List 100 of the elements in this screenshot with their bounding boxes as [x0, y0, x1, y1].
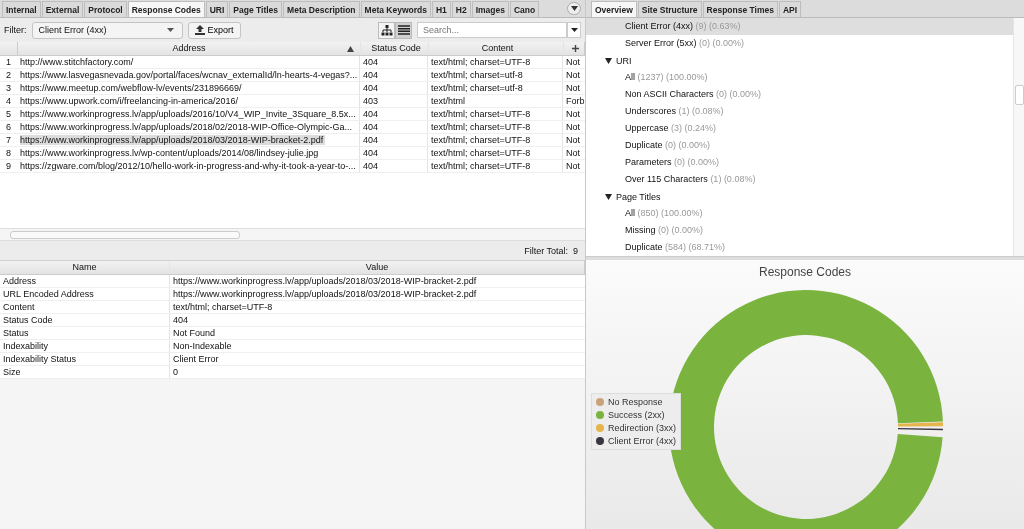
table-cell: 404: [360, 160, 428, 172]
row-number: 8: [5, 147, 12, 159]
tab[interactable]: Meta Description: [283, 1, 360, 17]
table-cell: http://www.stitchfactory.com/: [20, 57, 134, 67]
table-row[interactable]: 9 https://zgware.com/blog/2012/10/hello-work-in-progress-and-why-it-took-a-year-to-... 404 text/html; charset=UTF-8 Not: [0, 160, 585, 173]
column-header[interactable]: Status Code: [361, 42, 429, 55]
legend-label: No Response: [608, 397, 663, 407]
table-cell: Size: [0, 366, 170, 378]
tab[interactable]: Site Structure: [637, 1, 702, 17]
collapse-icon[interactable]: [605, 57, 612, 64]
table-cell-text: 0: [172, 366, 179, 378]
table-row[interactable]: 2 https://www.lasvegasnevada.gov/portal/faces/wcnav_externalId/ln-hearts-4-vegas?... 404 text/html; charset=utf-8 Not: [0, 69, 585, 82]
table-cell: Status Code: [0, 314, 170, 326]
tree-item[interactable]: Parameters (0) (0.00%): [586, 154, 1013, 171]
row-number: 4: [5, 95, 12, 107]
sort-icon: [347, 46, 354, 52]
table-row[interactable]: 5 https://www.workinprogress.lv/app/uploads/2016/10/V4_WIP_Invite_3Square_8.5x... 404 text/html; charset=UTF-8 Not: [0, 108, 585, 121]
table-cell: https://www.workinprogress.lv/wp-content/uploads/2014/08/lindsey-julie.jpg: [20, 148, 319, 158]
search-field[interactable]: Search...: [417, 22, 567, 38]
column-header[interactable]: Content: [429, 42, 564, 55]
tab[interactable]: Cano: [510, 1, 540, 17]
table-row[interactable]: 3 https://www.meetup.com/webflow-lv/events/231896669/ 404 text/html; charset=utf-8 Not: [0, 82, 585, 95]
table-cell-text: Client Error: [172, 353, 220, 365]
row-number: 3: [5, 82, 12, 94]
tab-overflow-button[interactable]: [567, 2, 581, 15]
table-cell: text/html; charset=UTF-8: [428, 108, 563, 120]
row-number: 6: [5, 121, 12, 133]
column-header[interactable]: Address: [18, 42, 361, 55]
table-cell: text/html; charset=UTF-8: [428, 160, 563, 172]
vertical-scrollbar[interactable]: [1013, 18, 1024, 256]
table-row[interactable]: 7 https://www.workinprogress.lv/app/uploads/2018/03/2018-WIP-bracket-2.pdf 404 text/html; charset=UTF-8 Not: [0, 134, 585, 147]
horizontal-scrollbar[interactable]: [0, 228, 585, 241]
table-row[interactable]: 1 http://www.stitchfactory.com/ 404 text/html; charset=UTF-8 Not: [0, 56, 585, 69]
tree-item[interactable]: Uppercase (3) (0.24%): [586, 120, 1013, 137]
table-cell-text: Not: [565, 147, 581, 159]
collapse-icon[interactable]: [605, 193, 612, 200]
tree-group[interactable]: URI: [616, 55, 632, 66]
tab[interactable]: Protocol: [84, 1, 127, 17]
table-cell: Status: [0, 327, 170, 339]
legend-label: Success (2xx): [608, 410, 665, 420]
legend-label: Redirection (3xx): [608, 423, 677, 433]
tree-item[interactable]: Server Error (5xx) (0) (0.00%): [586, 35, 1013, 52]
tab[interactable]: H2: [451, 1, 471, 17]
table-cell: 404: [360, 121, 428, 133]
caret-icon: [570, 6, 578, 11]
legend-label: Client Error (4xx): [608, 436, 676, 446]
table-cell-text: Forb: [565, 95, 585, 107]
tree-item[interactable]: Missing (0) (0.00%): [586, 222, 1013, 239]
tree-item[interactable]: Duplicate (584) (68.71%): [586, 239, 1013, 256]
tab[interactable]: External: [41, 1, 84, 17]
table-cell: Content: [0, 301, 170, 313]
add-column-icon[interactable]: [572, 45, 579, 52]
tab[interactable]: Response Times: [702, 1, 778, 17]
column-header[interactable]: Name: [0, 261, 170, 274]
tab[interactable]: API: [778, 1, 802, 17]
tab[interactable]: URI: [205, 1, 229, 17]
table-cell: text/html; charset=utf-8: [428, 82, 563, 94]
tree-item[interactable]: All (1237) (100.00%): [586, 69, 1013, 86]
tree-view-button[interactable]: [378, 21, 395, 39]
export-button[interactable]: Export: [187, 21, 241, 39]
tab[interactable]: Images: [471, 1, 509, 17]
table-cell-text: Not: [565, 108, 581, 120]
row-number: 1: [5, 56, 12, 68]
table-cell-text: Not: [565, 82, 581, 94]
table-cell: 404: [360, 108, 428, 120]
table-cell-text: text/html; charset=UTF-8: [172, 301, 274, 313]
tree-item[interactable]: Client Error (4xx) (9) (0.63%): [586, 18, 1013, 35]
tab[interactable]: Meta Keywords: [360, 1, 431, 17]
tab[interactable]: Overview: [591, 1, 637, 17]
table-cell-text: Not: [565, 56, 581, 68]
chart-title: Response Codes: [757, 265, 853, 279]
filter-dropdown[interactable]: Client Error (4xx): [31, 21, 183, 39]
table-cell: https://www.workinprogress.lv/app/uploads/2016/10/V4_WIP_Invite_3Square_8.5x...: [20, 109, 356, 119]
table-cell: Indexability: [0, 340, 170, 352]
table-cell-text: Non-Indexable: [172, 340, 233, 352]
tree-item[interactable]: All (850) (100.00%): [586, 205, 1013, 222]
search-dropdown-button[interactable]: [567, 22, 581, 38]
table-cell-text: Not Found: [172, 327, 217, 339]
tab[interactable]: Internal: [2, 1, 41, 17]
table-cell: 403: [360, 95, 428, 107]
row-number: 7: [5, 134, 12, 146]
filter-total: Filter Total: 9: [524, 245, 578, 256]
tree-group[interactable]: Page Titles: [616, 191, 661, 202]
tab[interactable]: Page Titles: [229, 1, 283, 17]
tree-item[interactable]: Duplicate (0) (0.00%): [586, 137, 1013, 154]
table-cell: text/html; charset=UTF-8: [428, 56, 563, 68]
table-row[interactable]: 6 https://www.workinprogress.lv/app/uploads/2018/02/2018-WIP-Office-Olympic-Ga... 404 text/html; charset=UTF-8 Not: [0, 121, 585, 134]
tree-item[interactable]: Non ASCII Characters (0) (0.00%): [586, 86, 1013, 103]
caret-icon: [166, 28, 174, 32]
column-header[interactable]: Value: [170, 261, 585, 274]
table-cell: text/html; charset=utf-8: [428, 69, 563, 81]
tab[interactable]: Response Codes: [127, 1, 205, 17]
tree-item[interactable]: Underscores (1) (0.08%): [586, 103, 1013, 120]
table-cell: https://www.lasvegasnevada.gov/portal/faces/wcnav_externalId/ln-hearts-4-vegas?...: [20, 70, 358, 80]
tab[interactable]: H1: [431, 1, 451, 17]
tree-item[interactable]: Over 115 Characters (1) (0.08%): [586, 171, 1013, 188]
list-view-button[interactable]: [395, 21, 412, 39]
table-cell: text/html; charset=UTF-8: [428, 121, 563, 133]
table-row[interactable]: 4 https://www.upwork.com/i/freelancing-in-america/2016/ 403 text/html Forb: [0, 95, 585, 108]
table-row[interactable]: 8 https://www.workinprogress.lv/wp-content/uploads/2014/08/lindsey-julie.jpg 404 text/html; charset=UTF-8 Not: [0, 147, 585, 160]
